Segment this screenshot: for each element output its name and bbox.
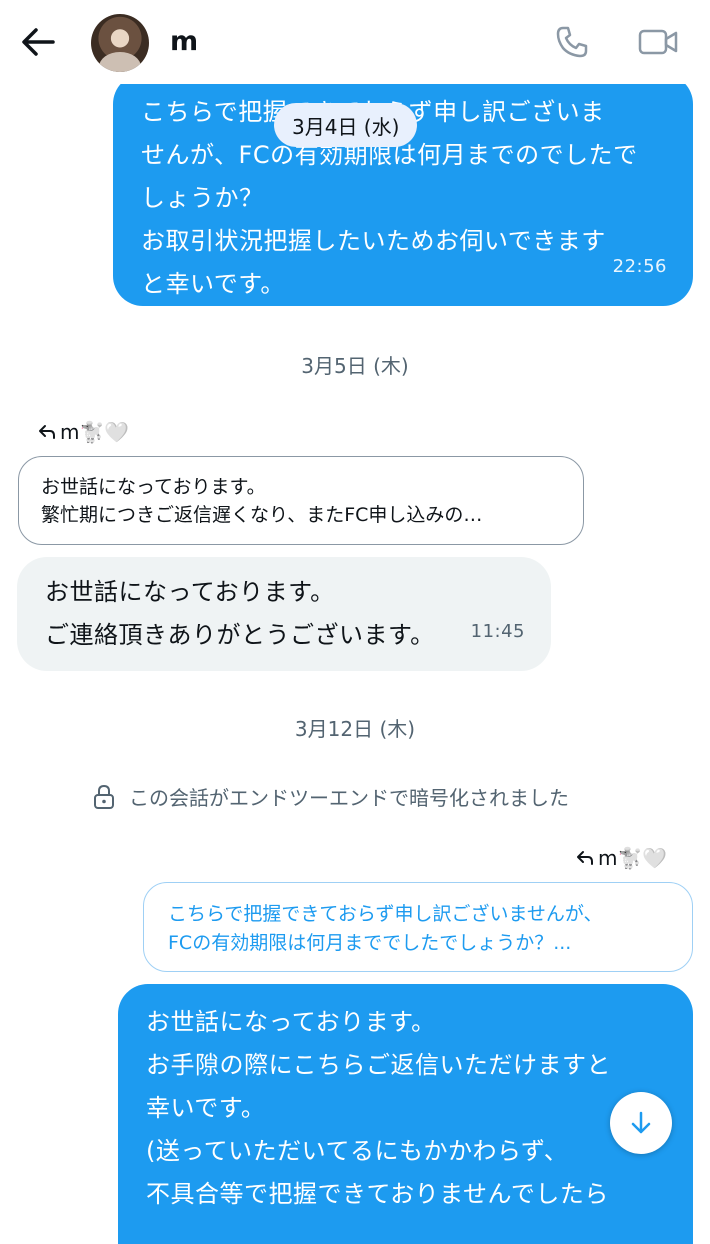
encryption-text: この会話がエンドツーエンドで暗号化されました [129, 786, 569, 810]
lock-icon [94, 784, 114, 809]
quoted-message[interactable]: こちらで把握できておらず申し訳ございませんが、 FCの有効期限は何月まででしたで… [143, 882, 693, 972]
message-line: ご連絡頂きありがとうございます。 [45, 621, 435, 649]
message-line: 幸いです。 [146, 1094, 266, 1122]
message-line: (送っていただいてるにもかかわらず、 [146, 1137, 569, 1165]
conversation-header: m [0, 0, 710, 84]
quoted-message[interactable]: お世話になっております。 繁忙期につきご返信遅くなり、またFC申し込みの… [18, 456, 584, 545]
phone-icon [556, 26, 588, 58]
message-outgoing[interactable]: お世話になっております。 お手隙の際にこちらご返信いただけますと 幸いです。 (… [118, 984, 693, 1244]
arrow-left-icon [22, 28, 55, 56]
quoted-line: FCの有効期限は何月まででしたでしょうか？... [168, 932, 572, 954]
reply-target-name: m🐩🤍 [598, 846, 668, 870]
quoted-line: お世話になっております。 [41, 476, 266, 498]
message-time: 22:56 [612, 256, 667, 277]
encryption-notice: この会話がエンドツーエンドで暗号化されました [93, 782, 569, 811]
message-line: お手隙の際にこちらご返信いただけますと [146, 1051, 612, 1079]
message-incoming[interactable]: お世話になっております。 ご連絡頂きありがとうございます。 11:45 [17, 557, 551, 671]
message-line: と幸いです。 [141, 270, 285, 298]
date-separator: 3月12日 (木) [294, 717, 416, 741]
reply-indicator: m🐩🤍 [576, 846, 667, 870]
reply-arrow-icon [577, 851, 593, 865]
date-separator: 3月5日 (木) [301, 354, 409, 378]
message-line: お世話になっております。 [45, 578, 335, 606]
call-button[interactable] [552, 22, 592, 62]
message-line: しょうか？ [141, 184, 264, 212]
date-separator-pill: 3月4日 (水) [274, 103, 418, 147]
reply-indicator: m🐩🤍 [38, 420, 129, 444]
message-line: お世話になっております。 [146, 1008, 436, 1036]
reply-arrow-icon [39, 425, 55, 439]
video-camera-icon [638, 29, 678, 55]
back-button[interactable] [18, 24, 58, 60]
scroll-to-bottom-button[interactable] [610, 1092, 672, 1154]
quoted-line: こちらで把握できておらず申し訳ございませんが、 [168, 903, 603, 925]
avatar[interactable] [91, 14, 149, 72]
message-line: お取引状況把握したいためお伺いできます [141, 227, 606, 255]
message-line: 不具合等で把握できておりませんでしたら [146, 1180, 609, 1208]
conversation-name[interactable]: m [170, 26, 198, 57]
video-call-button[interactable] [638, 22, 678, 62]
reply-target-name: m🐩🤍 [60, 420, 130, 444]
message-time: 11:45 [470, 621, 525, 642]
arrow-down-icon [631, 1111, 651, 1134]
quoted-line: 繁忙期につきご返信遅くなり、またFC申し込みの… [41, 504, 483, 526]
